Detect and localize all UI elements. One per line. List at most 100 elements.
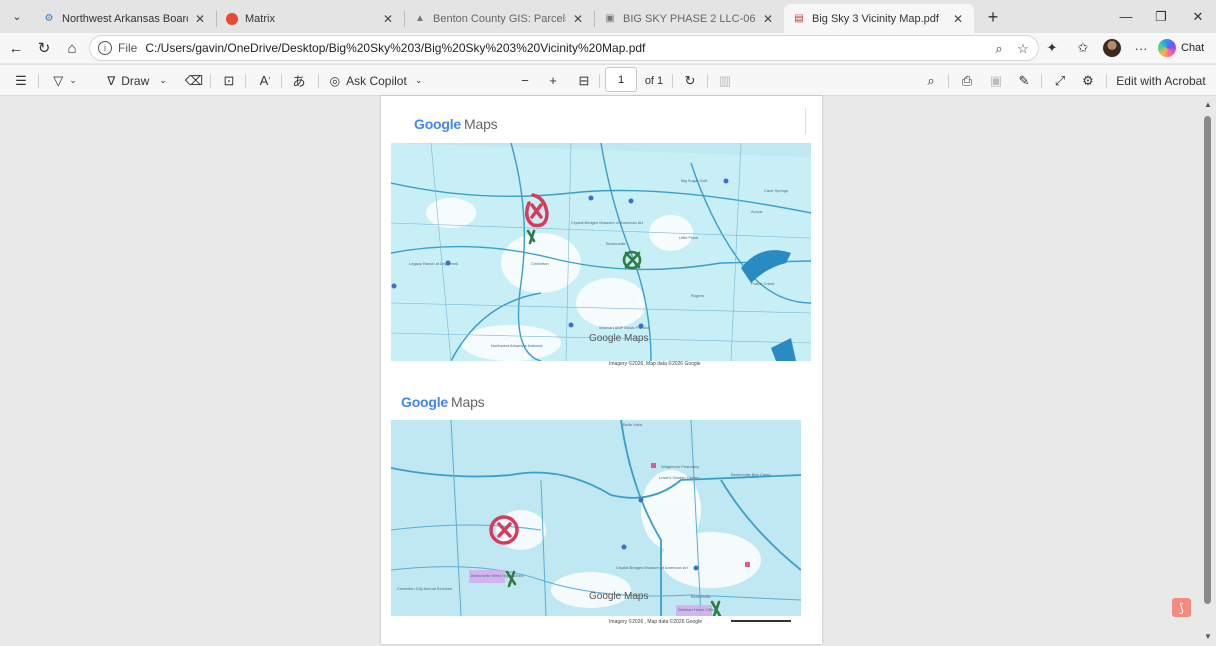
map-label: Prairie Creek — [751, 281, 775, 286]
copilot-chat-button[interactable]: Chat — [1158, 36, 1204, 60]
google-maps-logo: Google Maps — [414, 116, 498, 132]
more-menu-icon[interactable]: ··· — [1128, 33, 1154, 63]
tab-title: Matrix — [245, 12, 275, 25]
toolbar-separator — [1041, 74, 1042, 88]
print-icon[interactable]: ⎙ — [956, 65, 978, 96]
url-text[interactable]: C:/Users/gavin/OneDrive/Desktop/Big%20Sk… — [145, 41, 645, 55]
profile-avatar[interactable] — [1103, 39, 1121, 57]
zoom-icon[interactable]: ⌕ — [990, 40, 1008, 58]
close-tab-icon[interactable]: ✕ — [760, 12, 776, 26]
acrobat-icon[interactable]: ⟆ — [1172, 598, 1191, 617]
close-tab-icon[interactable]: ✕ — [380, 12, 396, 26]
refresh-button[interactable]: ↻ — [30, 35, 58, 61]
page-view-icon[interactable]: ▥ — [714, 65, 736, 96]
scroll-up-icon[interactable]: ▲ — [1203, 100, 1213, 109]
edit-with-acrobat-button[interactable]: Edit with Acrobat — [1114, 65, 1208, 96]
home-button[interactable]: ⌂ — [58, 35, 86, 61]
tab-title: Benton County GIS: Parcels — [433, 12, 566, 25]
fullscreen-icon[interactable]: ⤢ — [1049, 65, 1071, 96]
tab-title: BIG SKY PHASE 2 LLC-06-00048-5 — [623, 12, 756, 25]
scroll-down-icon[interactable]: ▼ — [1203, 632, 1213, 641]
close-tab-icon[interactable]: ✕ — [570, 12, 586, 26]
vicinity-map-1: Big Sugar Golf Crystal Bridges Museum of… — [391, 143, 811, 361]
close-tab-icon[interactable]: ✕ — [192, 12, 208, 26]
pdf-page: Google Maps Big Sugar Golf Crystal Bridg… — [381, 96, 822, 644]
scroll-thumb[interactable] — [1204, 116, 1211, 604]
tab-matrix[interactable]: Matrix ✕ — [217, 4, 404, 33]
fit-to-page-icon[interactable]: ⊟ — [573, 65, 595, 96]
ask-copilot-label: Ask Copilot — [346, 73, 407, 88]
map-label: Crystal Bridges Museum of American Art — [571, 220, 643, 225]
page-number-input[interactable]: 1 — [605, 67, 637, 92]
tab-nwa-board[interactable]: ⚙ Northwest Arkansas Board of Realt ✕ — [34, 4, 216, 33]
matrix-icon — [225, 12, 239, 26]
map-label: Centerton City Animal Services — [397, 586, 453, 591]
toolbar-separator — [599, 74, 600, 88]
new-tab-button[interactable]: + — [980, 7, 1006, 28]
tab-actions-menu-button[interactable]: ⌄ — [4, 4, 30, 30]
map-label: Bentonville Bee Camp — [731, 472, 771, 477]
toolbar-separator — [318, 74, 319, 88]
maps-logo-text: Maps — [451, 394, 485, 410]
toolbar-separator — [948, 74, 949, 88]
draw-label: Draw — [121, 73, 150, 88]
translate-icon[interactable]: あ — [288, 65, 310, 96]
favorites-icon[interactable]: ✩ — [1070, 33, 1096, 63]
page-divider — [805, 108, 806, 134]
google-logo-text: Google — [401, 394, 449, 410]
chevron-down-icon: ⌄ — [414, 75, 423, 85]
map-label: Bentonville West High School — [471, 573, 524, 578]
vertical-scrollbar[interactable]: ▲ ▼ — [1200, 96, 1216, 646]
draw-button[interactable]: ∇ Draw ⌄ — [100, 65, 174, 96]
google-maps-logo: Google Maps — [401, 394, 485, 410]
url-scheme: File — [118, 41, 138, 55]
map-watermark: Google Maps — [589, 591, 649, 602]
scale-bar — [731, 620, 791, 622]
pen-icon: ∇ — [107, 73, 116, 88]
pdf-toolbar: ☰ ▽ ⌄ ∇ Draw ⌄ ⌫ ⊡ Aʼ あ ◎ Ask Copilot ⌄ − + ⊟… — [0, 64, 1216, 96]
map-label: Walmart AMP Music Pavilion — [599, 325, 650, 330]
save-icon[interactable]: ▣ — [985, 65, 1007, 96]
zoom-in-icon[interactable]: + — [543, 65, 563, 96]
read-aloud-icon[interactable]: Aʼ — [254, 65, 276, 96]
close-window-button[interactable]: ✕ — [1180, 0, 1216, 33]
eraser-icon[interactable]: ⌫ — [184, 65, 204, 96]
rotate-icon[interactable]: ↻ — [679, 65, 701, 96]
close-tab-icon[interactable]: ✕ — [950, 12, 966, 26]
save-as-icon[interactable]: ✎ — [1013, 65, 1035, 96]
restore-button[interactable]: ❐ — [1143, 0, 1179, 33]
zoom-out-icon[interactable]: − — [515, 65, 535, 96]
vicinity-map-2: Bella Vista Walgreens Pharmacy Bentonvil… — [391, 420, 801, 616]
pdf-viewer[interactable]: Google Maps Big Sugar Golf Crystal Bridg… — [0, 96, 1216, 646]
ask-copilot-button[interactable]: ◎ Ask Copilot ⌄ — [328, 65, 424, 96]
toolbar-separator — [245, 74, 246, 88]
map-label: Northwest Arkansas National — [491, 343, 543, 348]
map-label: Walmart Home Office — [678, 607, 717, 612]
toolbar-separator — [38, 74, 39, 88]
back-button[interactable]: ← — [2, 35, 30, 61]
tab-big-sky-phase-2[interactable]: ▣ BIG SKY PHASE 2 LLC-06-00048-5 ✕ — [595, 4, 784, 33]
toolbar-separator — [707, 74, 708, 88]
settings-gear-icon[interactable]: ⚙ — [1077, 65, 1099, 96]
minimize-button[interactable]: — — [1108, 0, 1144, 33]
info-icon[interactable]: i — [98, 41, 112, 55]
globe-icon: ⚙ — [44, 13, 54, 24]
tab-benton-gis[interactable]: ▲ Benton County GIS: Parcels ✕ — [405, 4, 594, 33]
highlighter-icon: ▽ — [53, 72, 64, 88]
address-bar[interactable]: i File C:/Users/gavin/OneDrive/Desktop/B… — [89, 35, 1039, 61]
map-attribution: Imagery ©2026, Map data ©2026 Google — [609, 361, 701, 367]
text-box-icon[interactable]: ⊡ — [219, 65, 239, 96]
map-label: Bentonville — [606, 241, 626, 246]
toolbar-separator — [672, 74, 673, 88]
contents-icon[interactable]: ☰ — [11, 65, 31, 96]
toolbar-separator — [281, 74, 282, 88]
extensions-icon[interactable]: ✦ — [1039, 33, 1065, 63]
tab-big-sky-3-pdf[interactable]: ▤ Big Sky 3 Vicinity Map.pdf ✕ — [784, 4, 974, 33]
favorite-star-icon[interactable]: ☆ — [1014, 40, 1032, 58]
maps-logo-text: Maps — [464, 116, 498, 132]
tab-title: Northwest Arkansas Board of Realt — [62, 12, 188, 25]
map-label: Walgreens Pharmacy — [661, 464, 700, 469]
page-current: 1 — [617, 73, 625, 86]
highlight-button[interactable]: ▽ ⌄ — [46, 65, 84, 96]
search-icon[interactable]: ⌕ — [920, 65, 942, 96]
